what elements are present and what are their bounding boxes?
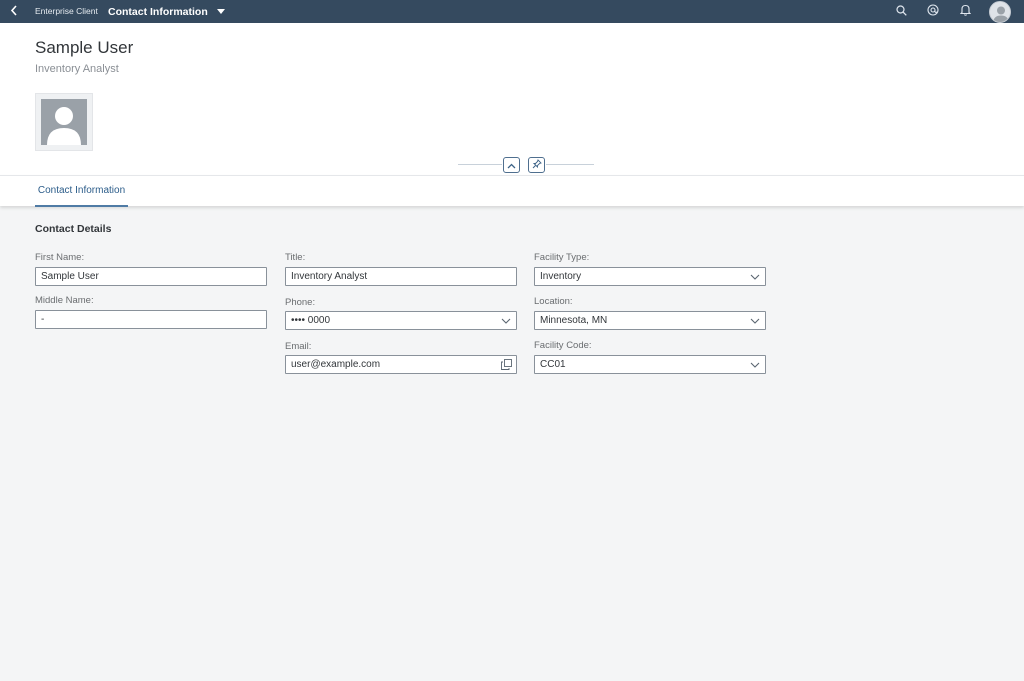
chevron-up-icon <box>507 156 516 174</box>
profile-avatar <box>35 93 93 151</box>
object-header: Sample User Inventory Analyst <box>0 23 1024 175</box>
email-field[interactable]: user@example.com <box>285 355 517 374</box>
back-button[interactable] <box>0 0 28 23</box>
first-name-value: Sample User <box>41 271 99 282</box>
pin-icon <box>532 156 542 174</box>
object-subtitle: Inventory Analyst <box>35 63 119 75</box>
copilot-button[interactable] <box>925 3 941 21</box>
middle-name-field[interactable]: - <box>35 310 267 329</box>
chevron-down-icon[interactable] <box>496 312 516 329</box>
search-button[interactable] <box>893 4 909 20</box>
search-icon <box>895 3 907 21</box>
tab-bar: Contact Information <box>0 175 1024 207</box>
phone-label: Phone: <box>285 297 316 308</box>
facility-code-select[interactable]: CC01 <box>534 355 766 374</box>
chevron-down-icon[interactable] <box>745 268 765 285</box>
title-field[interactable]: Inventory Analyst <box>285 267 517 286</box>
header-divider-left <box>458 164 502 165</box>
location-select[interactable]: Minnesota, MN <box>534 311 766 330</box>
collapse-header-button[interactable] <box>503 157 520 173</box>
facility-code-label: Facility Code: <box>534 340 592 351</box>
title-value: Inventory Analyst <box>291 271 368 282</box>
facility-type-select[interactable]: Inventory <box>534 267 766 286</box>
app-title-menu[interactable]: Contact Information <box>108 6 225 18</box>
person-placeholder-icon <box>41 99 87 145</box>
user-avatar[interactable] <box>989 0 1011 23</box>
caret-down-icon <box>216 6 225 18</box>
location-label: Location: <box>534 296 573 307</box>
chevron-down-icon[interactable] <box>745 356 765 373</box>
facility-type-label: Facility Type: <box>534 252 590 263</box>
email-value: user@example.com <box>291 359 381 370</box>
section-title: Contact Details <box>35 223 112 235</box>
chevron-down-icon[interactable] <box>745 312 765 329</box>
tab-contact-information[interactable]: Contact Information <box>35 176 128 207</box>
bell-icon <box>959 3 971 21</box>
middle-name-label: Middle Name: <box>35 295 94 306</box>
shell-bar: Enterprise Client Contact Information <box>0 0 1024 23</box>
first-name-label: First Name: <box>35 252 85 263</box>
location-value: Minnesota, MN <box>540 315 608 326</box>
app-title: Contact Information <box>108 5 208 18</box>
object-title: Sample User <box>35 38 134 57</box>
back-icon <box>10 3 18 21</box>
first-name-field[interactable]: Sample User <box>35 267 267 286</box>
phone-select[interactable]: •••• 0000 <box>285 311 517 330</box>
middle-name-value: - <box>41 314 45 325</box>
title-label: Title: <box>285 252 306 263</box>
pin-header-button[interactable] <box>528 157 545 173</box>
app-brand: Enterprise Client <box>35 6 98 16</box>
header-divider-right <box>546 164 594 165</box>
copy-icon[interactable] <box>496 356 516 373</box>
email-label: Email: <box>285 341 312 352</box>
notifications-button[interactable] <box>957 4 973 20</box>
phone-value: •••• 0000 <box>291 315 331 326</box>
facility-type-value: Inventory <box>540 271 582 282</box>
at-icon <box>927 3 939 21</box>
facility-code-value: CC01 <box>540 359 566 370</box>
